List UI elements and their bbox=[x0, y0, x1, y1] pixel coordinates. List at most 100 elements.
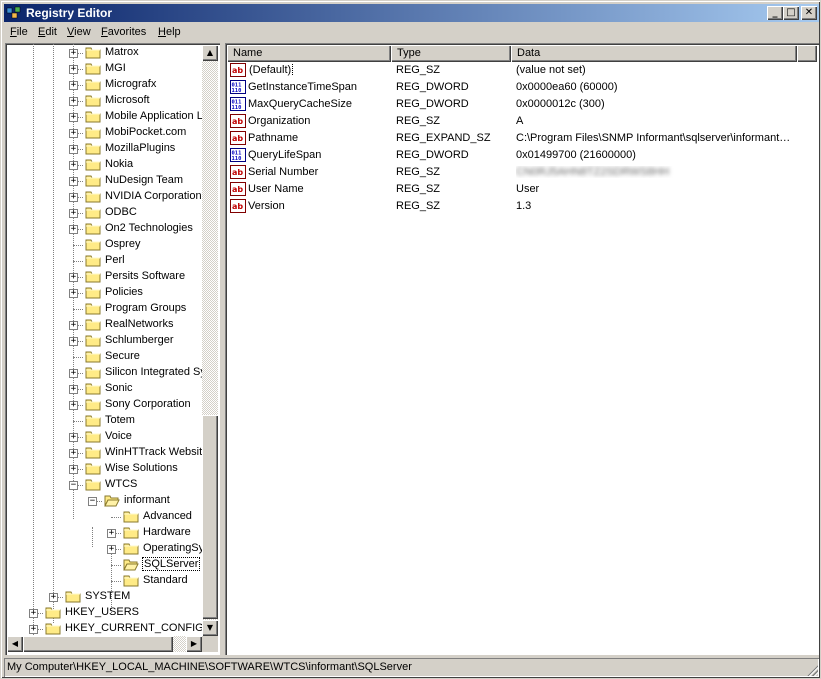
menu-favorites[interactable]: Favorites bbox=[101, 26, 146, 38]
tree-item-label: Micrografx bbox=[105, 78, 157, 90]
registry-value-row[interactable]: ab Serial Number REG_SZ CN0RJ5AHN8TZ2SDRWS8… bbox=[227, 164, 815, 181]
tree-item-silicon-integrated-sy[interactable]: + Silicon Integrated Sy bbox=[5, 365, 202, 381]
registry-value-row[interactable]: ab Pathname REG_EXPAND_SZ C:\Program Files\… bbox=[227, 130, 815, 147]
tree-item-advanced[interactable]: Advanced bbox=[5, 509, 202, 525]
tree-item-hkey-current-config[interactable]: + HKEY_CURRENT_CONFIG bbox=[5, 621, 202, 636]
tree-item-policies[interactable]: + Policies bbox=[5, 285, 202, 301]
tree-item-sonic[interactable]: + Sonic bbox=[5, 381, 202, 397]
collapse-icon[interactable]: − bbox=[69, 481, 78, 490]
tree-item-mobile-application-lin[interactable]: + Mobile Application Lin bbox=[5, 109, 202, 125]
tree-item-hardware[interactable]: + Hardware bbox=[5, 525, 202, 541]
expand-icon[interactable]: + bbox=[69, 225, 78, 234]
tree-item-standard[interactable]: Standard bbox=[5, 573, 202, 589]
tree-item-nvidia-corporation[interactable]: + NVIDIA Corporation bbox=[5, 189, 202, 205]
tree-item-mgi[interactable]: + MGI bbox=[5, 61, 202, 77]
close-button[interactable]: ✕ bbox=[801, 6, 817, 20]
expand-icon[interactable]: + bbox=[29, 625, 38, 634]
expand-icon[interactable]: + bbox=[69, 81, 78, 90]
expand-icon[interactable]: + bbox=[69, 97, 78, 106]
tree-item-sqlserver[interactable]: SQLServer bbox=[5, 557, 202, 573]
registry-value-row[interactable]: ab Organization REG_SZ A bbox=[227, 113, 815, 130]
menu-file[interactable]: File bbox=[10, 26, 28, 38]
maximize-button[interactable]: □ bbox=[783, 6, 799, 20]
tree-item-micrografx[interactable]: + Micrografx bbox=[5, 77, 202, 93]
registry-value-row[interactable]: 011 110 QueryLifeSpan REG_DWORD 0x01499700 (… bbox=[227, 147, 815, 164]
resize-grip[interactable] bbox=[806, 664, 818, 676]
expand-icon[interactable]: + bbox=[29, 609, 38, 618]
tree-horizontal-scroll-thumb[interactable] bbox=[23, 636, 173, 652]
menu-help[interactable]: Help bbox=[158, 26, 181, 38]
tree-vertical-scroll-thumb[interactable] bbox=[202, 415, 218, 619]
tree-item-wtcs[interactable]: − WTCS bbox=[5, 477, 202, 493]
expand-icon[interactable]: + bbox=[69, 401, 78, 410]
expand-icon[interactable]: + bbox=[69, 65, 78, 74]
column-header-type[interactable]: Type bbox=[391, 45, 511, 62]
tree-item-nokia[interactable]: + Nokia bbox=[5, 157, 202, 173]
tree-item-voice[interactable]: + Voice bbox=[5, 429, 202, 445]
expand-icon[interactable]: + bbox=[69, 433, 78, 442]
tree-item-program-groups[interactable]: Program Groups bbox=[5, 301, 202, 317]
tree-item-totem[interactable]: Totem bbox=[5, 413, 202, 429]
expand-icon[interactable]: + bbox=[69, 273, 78, 282]
tree-item-on2-technologies[interactable]: + On2 Technologies bbox=[5, 221, 202, 237]
tree-item-informant[interactable]: − informant bbox=[5, 493, 202, 509]
tree-vertical-scrollbar[interactable]: ▲ ▼ bbox=[202, 45, 218, 636]
tree-item-realnetworks[interactable]: + RealNetworks bbox=[5, 317, 202, 333]
expand-icon[interactable]: + bbox=[69, 145, 78, 154]
expand-icon[interactable]: + bbox=[69, 465, 78, 474]
tree-item-winhttrack-website[interactable]: + WinHTTrack Website bbox=[5, 445, 202, 461]
tree-item-mobipocket-com[interactable]: + MobiPocket.com bbox=[5, 125, 202, 141]
scroll-left-button[interactable]: ◀ bbox=[7, 636, 23, 652]
tree-horizontal-scrollbar[interactable]: ◀ ▶ bbox=[7, 636, 202, 652]
minimize-button[interactable]: _ bbox=[767, 6, 783, 20]
tree-item-microsoft[interactable]: + Microsoft bbox=[5, 93, 202, 109]
column-header-name[interactable]: Name bbox=[227, 45, 391, 62]
column-header-data[interactable]: Data bbox=[511, 45, 797, 62]
expand-icon[interactable]: + bbox=[69, 113, 78, 122]
scroll-down-button[interactable]: ▼ bbox=[202, 620, 218, 636]
menu-edit[interactable]: Edit bbox=[38, 26, 57, 38]
expand-icon[interactable]: + bbox=[69, 369, 78, 378]
expand-icon[interactable]: + bbox=[69, 161, 78, 170]
values-list-pane[interactable]: Name Type Data ab (Default) REG_SZ (value n… bbox=[225, 43, 819, 655]
expand-icon[interactable]: + bbox=[69, 385, 78, 394]
registry-value-row[interactable]: ab Version REG_SZ 1.3 bbox=[227, 198, 815, 215]
key-tree-pane[interactable]: + Matrox + MGI + Micrografx + Microsoft + Mobile … bbox=[5, 43, 220, 655]
value-data: CN0RJ5AHN8TZ2SDRWS8HH bbox=[516, 166, 806, 178]
collapse-icon[interactable]: − bbox=[88, 497, 97, 506]
tree-item-secure[interactable]: Secure bbox=[5, 349, 202, 365]
scroll-right-button[interactable]: ▶ bbox=[186, 636, 202, 652]
expand-icon[interactable]: + bbox=[107, 529, 116, 538]
tree-item-perl[interactable]: Perl bbox=[5, 253, 202, 269]
tree-item-nudesign-team[interactable]: + NuDesign Team bbox=[5, 173, 202, 189]
registry-value-row[interactable]: 011 110 GetInstanceTimeSpan REG_DWORD 0x0000… bbox=[227, 79, 815, 96]
tree-item-wise-solutions[interactable]: + Wise Solutions bbox=[5, 461, 202, 477]
expand-icon[interactable]: + bbox=[69, 289, 78, 298]
title-bar[interactable]: Registry Editor _ □ ✕ bbox=[4, 4, 819, 22]
tree-item-mozillaplugins[interactable]: + MozillaPlugins bbox=[5, 141, 202, 157]
tree-item-sony-corporation[interactable]: + Sony Corporation bbox=[5, 397, 202, 413]
expand-icon[interactable]: + bbox=[69, 193, 78, 202]
tree-item-operatingsy[interactable]: + OperatingSy bbox=[5, 541, 202, 557]
tree-item-odbc[interactable]: + ODBC bbox=[5, 205, 202, 221]
tree-item-hkey-users[interactable]: + HKEY_USERS bbox=[5, 605, 202, 621]
scroll-up-button[interactable]: ▲ bbox=[202, 45, 218, 61]
tree-item-persits-software[interactable]: + Persits Software bbox=[5, 269, 202, 285]
registry-value-row[interactable]: 011 110 MaxQueryCacheSize REG_DWORD 0x000001… bbox=[227, 96, 815, 113]
expand-icon[interactable]: + bbox=[69, 49, 78, 58]
registry-value-row[interactable]: ab (Default) REG_SZ (value not set) bbox=[227, 62, 815, 79]
menu-view[interactable]: View bbox=[67, 26, 91, 38]
tree-item-osprey[interactable]: Osprey bbox=[5, 237, 202, 253]
tree-item-matrox[interactable]: + Matrox bbox=[5, 45, 202, 61]
expand-icon[interactable]: + bbox=[69, 209, 78, 218]
expand-icon[interactable]: + bbox=[69, 177, 78, 186]
expand-icon[interactable]: + bbox=[69, 337, 78, 346]
tree-item-schlumberger[interactable]: + Schlumberger bbox=[5, 333, 202, 349]
registry-value-row[interactable]: ab User Name REG_SZ User bbox=[227, 181, 815, 198]
expand-icon[interactable]: + bbox=[69, 129, 78, 138]
expand-icon[interactable]: + bbox=[49, 593, 58, 602]
expand-icon[interactable]: + bbox=[69, 449, 78, 458]
expand-icon[interactable]: + bbox=[69, 321, 78, 330]
tree-item-system[interactable]: + SYSTEM bbox=[5, 589, 202, 605]
expand-icon[interactable]: + bbox=[107, 545, 116, 554]
